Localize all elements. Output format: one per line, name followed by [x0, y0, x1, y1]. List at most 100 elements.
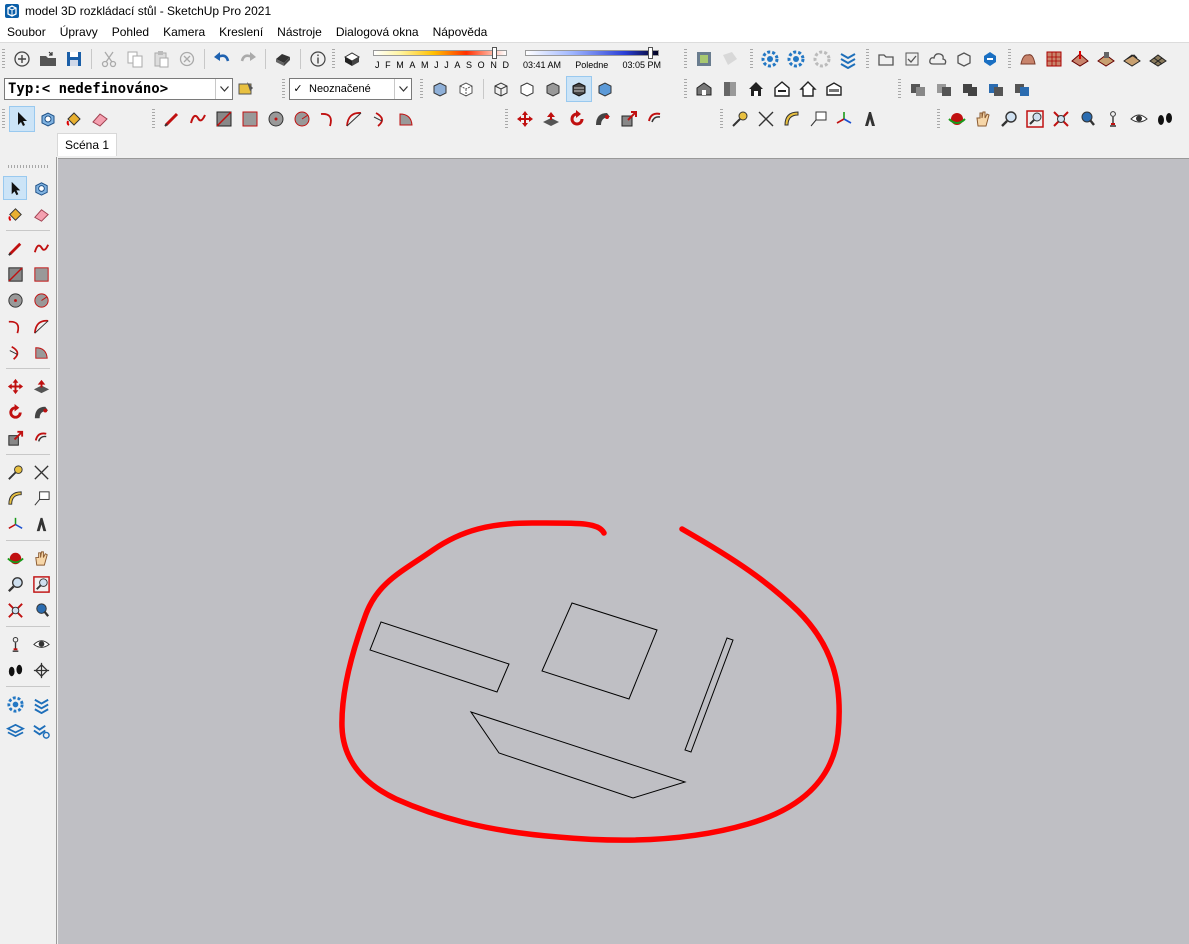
outer-shell-button[interactable]	[905, 76, 931, 102]
arc-tool-button[interactable]	[3, 314, 27, 338]
three-point-arc-button[interactable]	[3, 340, 27, 364]
shaded-button[interactable]	[540, 76, 566, 102]
freehand-tool-button[interactable]	[29, 236, 53, 260]
section-plane-button[interactable]	[29, 658, 53, 682]
zoom-window-button[interactable]	[29, 572, 53, 596]
time-slider-thumb[interactable]	[647, 46, 653, 59]
select-tool-button[interactable]	[9, 105, 35, 132]
union-button[interactable]	[957, 76, 983, 102]
rotate-tool-button[interactable]	[564, 106, 590, 132]
text-tool-button[interactable]	[805, 106, 831, 132]
toolbar-grip[interactable]	[152, 108, 155, 129]
left-view-button[interactable]	[821, 76, 847, 102]
intersect-button[interactable]	[931, 76, 957, 102]
previous-view-button[interactable]	[29, 598, 53, 622]
scale-tool-button[interactable]	[3, 426, 27, 450]
undo-button[interactable]	[209, 46, 235, 72]
dimension-tool-button[interactable]	[753, 106, 779, 132]
protractor-button[interactable]	[3, 486, 27, 510]
rotated-rectangle-button[interactable]	[29, 262, 53, 286]
toolbar-grip[interactable]	[937, 108, 940, 129]
three-point-arc-button[interactable]	[367, 106, 393, 132]
new-file-button[interactable]	[9, 46, 35, 72]
polygon-tool-button[interactable]	[29, 288, 53, 312]
toolbar-grip[interactable]	[332, 48, 335, 69]
line-tool-button[interactable]	[3, 236, 27, 260]
push-pull-button[interactable]	[538, 106, 564, 132]
shadow-toggle-button[interactable]	[339, 46, 365, 72]
toolbar-grip[interactable]	[2, 108, 5, 129]
orbit-button[interactable]	[3, 546, 27, 570]
toolbar-grip[interactable]	[8, 165, 48, 168]
move-tool-button[interactable]	[512, 106, 538, 132]
layers-button[interactable]	[3, 718, 27, 742]
component-tool-button[interactable]	[29, 176, 53, 200]
open-file-button[interactable]	[35, 46, 61, 72]
arc-tool-button[interactable]	[315, 106, 341, 132]
time-slider[interactable]: 03:41 AM Poledne 03:05 PM	[523, 46, 661, 72]
back-edges-button[interactable]	[453, 76, 479, 102]
paste-button[interactable]	[148, 46, 174, 72]
copy-button[interactable]	[122, 46, 148, 72]
iso-view-button[interactable]	[691, 76, 717, 102]
look-around-button[interactable]	[1126, 106, 1152, 132]
toolbar-grip[interactable]	[2, 48, 5, 69]
model-face-rectangle-left[interactable]	[369, 621, 510, 693]
toolbar-grip[interactable]	[684, 48, 687, 69]
menu-dialogova-okna[interactable]: Dialogová okna	[329, 22, 426, 42]
toolbar-grip[interactable]	[898, 78, 901, 99]
sandbox-stamp-button[interactable]	[1093, 46, 1119, 72]
rotate-tool-button[interactable]	[3, 400, 27, 424]
line-tool-button[interactable]	[159, 106, 185, 132]
month-slider[interactable]: J F M A M J J A S O N D	[371, 46, 509, 72]
text-tool-button[interactable]	[29, 486, 53, 510]
toolbar-grip[interactable]	[420, 78, 423, 99]
eraser-button[interactable]	[29, 202, 53, 226]
zoom-extents-button[interactable]	[3, 598, 27, 622]
cut-button[interactable]	[96, 46, 122, 72]
toolbar-grip[interactable]	[750, 48, 753, 69]
trimble-disabled-button[interactable]	[809, 46, 835, 72]
walk-button[interactable]	[1152, 106, 1178, 132]
push-pull-button[interactable]	[29, 374, 53, 398]
tag-combo[interactable]: ✓ Neoznačené	[289, 77, 412, 100]
delete-button[interactable]	[174, 46, 200, 72]
axes-tool-button[interactable]	[3, 512, 27, 536]
wireframe-button[interactable]	[488, 76, 514, 102]
model-face-square-center[interactable]	[541, 602, 658, 700]
classifier-button[interactable]	[233, 76, 259, 102]
axes-tool-button[interactable]	[831, 106, 857, 132]
trim-button[interactable]	[1009, 76, 1035, 102]
sandbox-scratch-button[interactable]	[1041, 46, 1067, 72]
look-around-button[interactable]	[29, 632, 53, 656]
cloud-sync-button[interactable]	[977, 46, 1003, 72]
layers-stack-button[interactable]	[29, 692, 53, 716]
zoom-button[interactable]	[996, 106, 1022, 132]
protractor-button[interactable]	[779, 106, 805, 132]
follow-me-button[interactable]	[590, 106, 616, 132]
pie-tool-button[interactable]	[393, 106, 419, 132]
model-face-trapezoid-bottom[interactable]	[469, 711, 687, 799]
toolbar-grip[interactable]	[1008, 48, 1011, 69]
warehouse-button[interactable]	[691, 46, 717, 72]
position-camera-button[interactable]	[3, 632, 27, 656]
toolbar-grip[interactable]	[866, 48, 869, 69]
scene-tab[interactable]: Scéna 1	[57, 133, 118, 156]
sandbox-smoove-button[interactable]	[1067, 46, 1093, 72]
print-button[interactable]	[270, 46, 296, 72]
follow-me-button[interactable]	[29, 400, 53, 424]
dimension-tool-button[interactable]	[29, 460, 53, 484]
toolbar-grip[interactable]	[282, 78, 285, 99]
offset-tool-button[interactable]	[29, 426, 53, 450]
paint-bucket-button[interactable]	[3, 202, 27, 226]
polygon-tool-button[interactable]	[289, 106, 315, 132]
rectangle-tool-button[interactable]	[211, 106, 237, 132]
type-combo[interactable]: Typ:< nedefinováno>	[4, 77, 233, 100]
chevron-down-icon[interactable]	[394, 78, 411, 99]
trimble-connect-button[interactable]	[757, 46, 783, 72]
sandbox-contours-button[interactable]	[1015, 46, 1041, 72]
top-view-button[interactable]	[717, 76, 743, 102]
menu-upravy[interactable]: Úpravy	[53, 22, 105, 42]
circle-tool-button[interactable]	[263, 106, 289, 132]
3d-text-button[interactable]	[857, 106, 883, 132]
